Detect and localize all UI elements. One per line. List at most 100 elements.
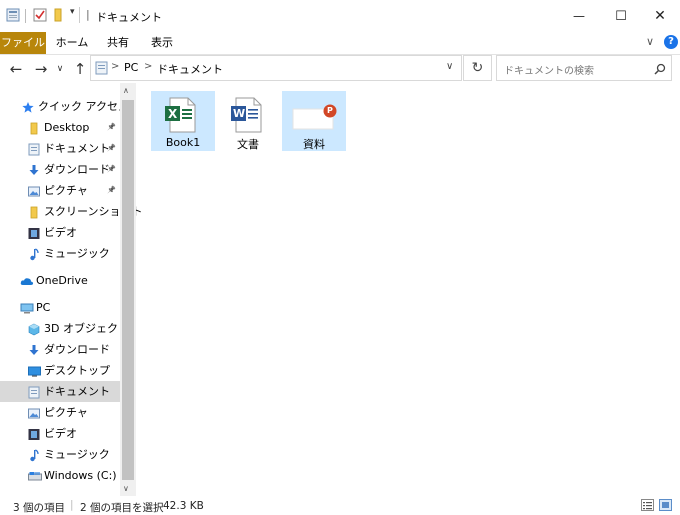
breadcrumb-separator: > [111,61,120,72]
pin-icon[interactable]: 📌 [107,180,116,201]
file-item[interactable]: P 資料 [282,91,346,151]
sidebar-item[interactable]: Desktop 📌 [0,117,120,138]
minimize-button[interactable]: — [556,0,602,32]
search-icon[interactable] [654,63,666,75]
sidebar-item[interactable]: ビデオ [0,222,120,243]
new-folder-icon[interactable] [52,8,66,22]
close-icon: ✕ [654,8,666,24]
sidebar-item-label: ミュージック [44,247,110,260]
sidebar-item-label: OneDrive [36,274,88,287]
pin-icon[interactable]: 📌 [107,138,116,159]
customize-toolbar-icon[interactable]: ▾ [70,7,75,17]
file-type-letter: X [168,107,178,121]
forward-arrow-icon: → [34,60,48,78]
maximize-button[interactable]: ☐ [598,0,644,32]
tab-file[interactable]: ファイル [0,32,46,54]
selected-info: 2 個の項目を選択 [80,502,164,514]
sidebar-item[interactable]: ドキュメント 📌 [0,138,120,159]
explorer-app-icon[interactable] [6,8,20,22]
recent-locations-button[interactable]: ∨ [53,55,67,83]
scroll-down-icon[interactable]: ∨ [123,484,129,493]
desktop-icon [28,364,41,377]
ribbon-tabs: ファイル ホーム 共有 表示 ∨ ? [0,32,680,55]
item-count: 3 個の項目 [13,502,66,514]
sidebar-item-label: ドキュメント [44,385,110,398]
expand-ribbon-icon[interactable]: ∨ [646,35,654,48]
file-list: X Book1 W 文書 P 資料 [136,83,680,496]
tab-share[interactable]: 共有 [100,32,136,54]
sidebar-item-label: デスクトップ [44,364,110,377]
scrollbar-thumb[interactable] [122,100,134,480]
star-icon [22,100,34,113]
documents-location-icon [95,61,108,75]
status-divider: | [70,499,74,511]
status-bar: 3 個の項目 | 2 個の項目を選択 42.3 KB [0,496,680,515]
breadcrumb-pc[interactable]: PC [124,61,138,74]
folder-icon [28,121,40,135]
sidebar-item-label: ピクチャ [44,406,88,419]
file-item[interactable]: X Book1 [151,91,215,151]
breadcrumb-separator: > [144,61,153,72]
title-bar: ▾ | ドキュメント — ☐ ✕ [0,0,680,32]
address-dropdown-icon[interactable]: ∨ [446,61,453,72]
file-name: Book1 [165,136,201,149]
minimize-icon: — [573,9,585,23]
back-button[interactable]: ← [6,55,26,83]
sidebar-item-label: ドキュメント [44,142,110,155]
chevron-down-icon: ∨ [56,64,64,74]
download-icon [28,343,40,356]
music-icon [28,247,40,261]
title-separator-2 [79,7,80,23]
sidebar-item[interactable]: ドキュメント [0,381,120,402]
sidebar-item-label: クイック アクセス [38,100,129,113]
address-bar[interactable]: > PC > ドキュメント ∨ [90,55,462,81]
pictures-icon [28,406,40,419]
sidebar-item[interactable]: ミュージック [0,243,120,264]
sidebar-item-label: 3D オブジェクト [44,322,129,335]
download-icon [28,163,40,176]
details-view-icon[interactable] [641,499,654,511]
videos-icon [28,226,40,239]
sidebar-item[interactable]: ビデオ [0,423,120,444]
sidebar-item[interactable]: クイック アクセス [0,96,129,117]
file-item[interactable]: W 文書 [219,91,277,151]
refresh-button[interactable]: ↻ [463,55,492,81]
breadcrumb-documents[interactable]: ドキュメント [157,61,223,77]
file-type-letter: P [327,106,333,115]
pin-icon[interactable]: 📌 [107,117,116,138]
sidebar-item[interactable]: 3D オブジェクト [0,318,129,339]
sidebar-item[interactable]: スクリーンショット [0,201,142,222]
sidebar-item[interactable]: PC [0,297,120,318]
selected-size: 42.3 KB [163,500,204,512]
properties-icon[interactable] [33,8,47,22]
up-button[interactable]: ↑ [70,55,90,83]
tab-view[interactable]: 表示 [144,32,180,54]
up-arrow-icon: ↑ [73,60,87,78]
pin-icon[interactable]: 📌 [107,159,116,180]
sidebar-item-label: ピクチャ [44,184,88,197]
sidebar-item[interactable]: デスクトップ [0,360,120,381]
sidebar-item[interactable]: OneDrive [0,270,120,291]
forward-button[interactable]: → [31,55,51,83]
close-button[interactable]: ✕ [640,0,680,32]
tab-home[interactable]: ホーム [54,32,90,54]
search-box[interactable]: ドキュメントの検索 [496,55,672,81]
sidebar-item[interactable]: ダウンロード 📌 [0,159,120,180]
large-icons-view-icon[interactable] [659,499,672,511]
drive-icon [28,469,42,482]
help-icon[interactable]: ? [664,35,678,49]
sidebar-item[interactable]: Windows (C:) [0,465,120,486]
sidebar-item-label: ダウンロード [44,163,110,176]
search-input[interactable]: ドキュメントの検索 [504,62,594,77]
refresh-icon: ↻ [471,60,484,76]
sidebar-item-label: ダウンロード [44,343,110,356]
maximize-icon: ☐ [615,8,627,24]
file-type-letter: W [233,107,246,120]
sidebar-item[interactable]: ピクチャ [0,402,120,423]
documents-icon [28,385,40,399]
sidebar-item[interactable]: ダウンロード [0,339,120,360]
sidebar-item[interactable]: ピクチャ 📌 [0,180,120,201]
sidebar-item-label: ビデオ [44,427,77,440]
sidebar-item[interactable]: ミュージック [0,444,120,465]
scroll-up-icon[interactable]: ∧ [123,86,129,95]
